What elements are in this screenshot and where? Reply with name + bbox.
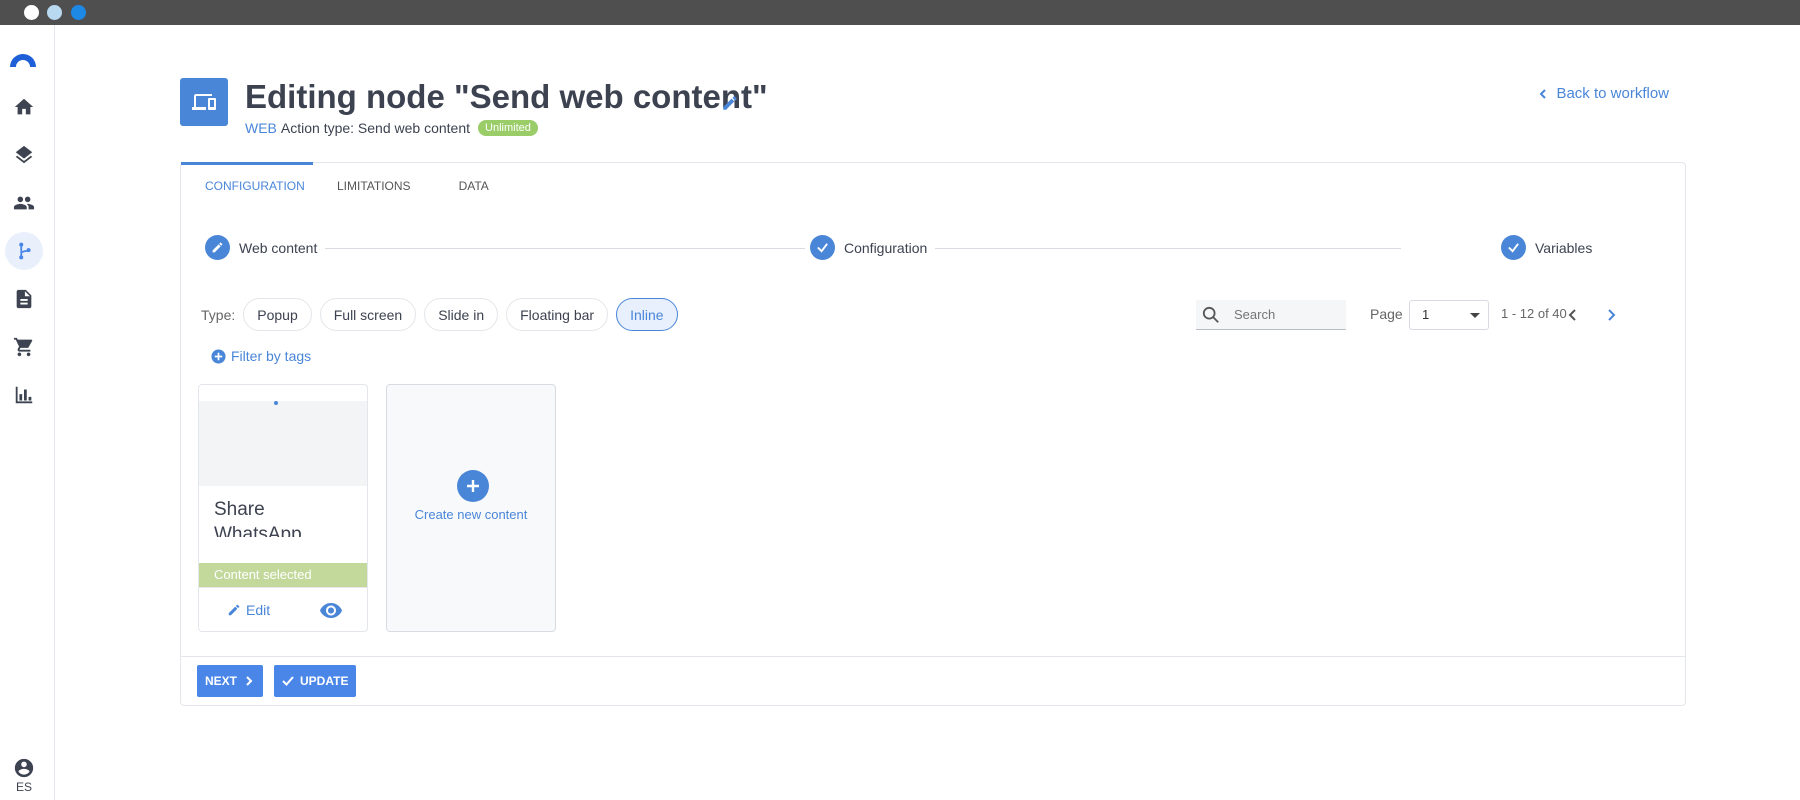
step-connector: [305, 248, 805, 249]
node-subtitle: WEB Action type: Send web content Unlimi…: [245, 120, 538, 136]
bar-chart-icon: [15, 386, 33, 404]
limit-badge: Unlimited: [478, 120, 538, 136]
page-label: Page: [1370, 306, 1403, 322]
type-filter: Type: Popup Full screen Slide in Floatin…: [201, 298, 678, 331]
workflow-icon: [19, 242, 31, 260]
step-label: Variables: [1535, 239, 1593, 256]
create-new-content-card[interactable]: Create new content: [386, 384, 556, 632]
create-new-content-label: Create new content: [414, 507, 528, 522]
window-minimize-dot[interactable]: [47, 5, 62, 20]
step-web-content[interactable]: Web content: [205, 235, 326, 260]
search-icon: [1202, 306, 1219, 323]
update-button[interactable]: UPDATE: [274, 665, 357, 697]
tab-data[interactable]: DATA: [435, 163, 513, 207]
caret-down-icon: [1470, 313, 1480, 318]
channel-link[interactable]: WEB: [245, 120, 277, 136]
content-thumbnail: [199, 401, 367, 486]
next-label: NEXT: [205, 674, 238, 688]
tab-configuration[interactable]: CONFIGURATION: [181, 162, 313, 207]
plus-circle-icon: [457, 470, 489, 502]
chip-slide-in[interactable]: Slide in: [424, 298, 499, 331]
document-icon: [16, 289, 32, 309]
chevron-right-icon: [246, 676, 253, 686]
node-editor-panel: CONFIGURATION LIMITATIONS DATA Web conte…: [180, 162, 1686, 706]
edit-content-button[interactable]: Edit: [227, 602, 270, 618]
window-maximize-dot[interactable]: [71, 5, 86, 20]
step-label: Web content: [239, 239, 318, 256]
page-select-value: 1: [1422, 307, 1430, 322]
layers-icon: [15, 145, 33, 164]
step-connector: [901, 248, 1401, 249]
chip-full-screen[interactable]: Full screen: [319, 298, 417, 331]
window-close-dot[interactable]: [24, 5, 39, 20]
step-label: Configuration: [844, 239, 928, 256]
chevron-left-icon: [1568, 309, 1576, 321]
preview-content-button[interactable]: [319, 598, 343, 622]
chip-popup[interactable]: Popup: [243, 298, 312, 331]
tab-limitations[interactable]: LIMITATIONS: [313, 163, 435, 207]
card-actions: Edit: [199, 587, 367, 631]
pencil-icon: [228, 604, 240, 615]
user-language: ES: [15, 780, 32, 794]
thumbnail-marker: [274, 401, 278, 405]
next-page-button[interactable]: [1601, 305, 1621, 325]
next-button[interactable]: NEXT: [197, 665, 264, 697]
stepper: Web content Configuration Variables: [205, 235, 1655, 261]
page-select[interactable]: 1: [1409, 300, 1489, 330]
prev-page-button[interactable]: [1563, 305, 1583, 325]
devices-icon: [192, 94, 216, 110]
sidebar-item-commerce[interactable]: [5, 328, 43, 366]
action-type: Action type: Send web content: [280, 120, 471, 136]
search-box: [1196, 300, 1346, 330]
web-channel-icon: [180, 78, 228, 126]
back-link-label: Back to workflow: [1556, 85, 1669, 102]
home-icon: [14, 98, 34, 115]
account-icon: [14, 758, 34, 778]
update-label: UPDATE: [300, 674, 349, 688]
check-icon: [810, 235, 835, 260]
type-label: Type:: [201, 306, 236, 323]
tab-bar: CONFIGURATION LIMITATIONS DATA: [181, 162, 513, 207]
cart-icon: [13, 337, 33, 357]
window-titlebar: [0, 0, 1800, 25]
chevron-right-icon: [1608, 309, 1616, 321]
page-range: 1 - 12 of 40: [1501, 306, 1567, 321]
eye-icon: [320, 602, 342, 618]
chip-floating-bar[interactable]: Floating bar: [506, 298, 609, 331]
search-input[interactable]: [1234, 307, 1334, 322]
sidebar-item-people[interactable]: [5, 184, 43, 222]
chevron-left-icon: [1540, 88, 1547, 99]
filter-by-tags-link[interactable]: Filter by tags: [211, 348, 311, 364]
step-configuration[interactable]: Configuration: [810, 235, 936, 260]
sidebar-item-workflow[interactable]: [5, 232, 43, 270]
back-to-workflow-link[interactable]: Back to workflow: [1538, 85, 1669, 102]
user-menu[interactable]: ES: [9, 757, 39, 794]
sidebar: ES: [0, 25, 55, 800]
step-variables[interactable]: Variables: [1501, 235, 1601, 260]
edit-title-pencil-icon[interactable]: [721, 94, 739, 112]
content-card[interactable]: Share WhatsApp Content selected Edit: [198, 384, 368, 632]
app-logo-icon[interactable]: [8, 45, 38, 75]
check-icon: [1501, 235, 1526, 260]
sidebar-item-layers[interactable]: [5, 136, 43, 174]
add-circle-icon: [211, 348, 226, 364]
edit-label: Edit: [246, 601, 271, 618]
chip-inline[interactable]: Inline: [616, 298, 678, 331]
sidebar-item-analytics[interactable]: [5, 376, 43, 414]
page-title: Editing node "Send web content": [245, 78, 768, 115]
sidebar-item-home[interactable]: [5, 88, 43, 126]
check-icon: [282, 676, 294, 686]
content-title: Share WhatsApp: [214, 499, 302, 537]
filter-tags-label: Filter by tags: [231, 348, 312, 364]
sidebar-item-documents[interactable]: [5, 280, 43, 318]
content-selected-banner: Content selected: [199, 563, 367, 587]
people-icon: [13, 196, 35, 210]
panel-footer: NEXT UPDATE: [181, 656, 1685, 705]
pencil-icon: [205, 235, 230, 260]
